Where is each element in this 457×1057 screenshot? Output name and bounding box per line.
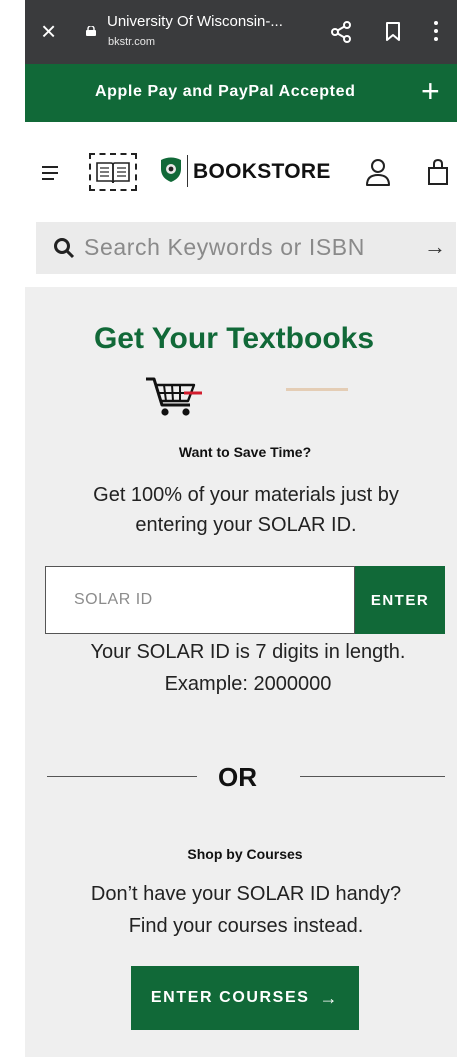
or-separator: OR	[218, 762, 257, 792]
lock-icon	[86, 26, 96, 36]
save-time-description-line: entering your SOLAR ID.	[135, 514, 357, 536]
arrow-right-icon: →	[319, 987, 340, 1008]
shop-description-line: Don’t have your SOLAR ID handy?	[90, 883, 402, 905]
page-title: Get Your Textbooks	[93, 322, 375, 355]
save-time-heading: Want to Save Time?	[178, 444, 312, 460]
promo-text: Apple Pay and PayPal Accepted	[95, 83, 356, 100]
browser-toolbar: × University Of Wisconsin-... bkstr.com	[25, 0, 457, 64]
save-time-description-line: Get 100% of your materials just by	[93, 484, 399, 506]
save-time-description: Get 100% of your materials just by enter…	[0, 480, 457, 540]
book-icon	[96, 162, 130, 184]
solar-id-input[interactable]: SOLAR ID	[45, 566, 355, 634]
shop-description-line: Find your courses instead.	[128, 915, 364, 937]
bookstore-wordmark[interactable]: BOOKSTORE	[193, 160, 331, 184]
plus-icon[interactable]: +	[421, 74, 440, 108]
hamburger-icon[interactable]	[42, 166, 60, 182]
cart-icon	[146, 377, 202, 416]
user-icon[interactable]	[365, 158, 391, 186]
share-icon[interactable]	[329, 20, 353, 44]
solar-id-hint-line: Example: 2000000	[164, 673, 332, 695]
shopping-bag-icon[interactable]	[427, 158, 449, 186]
shop-by-courses-description: Don’t have your SOLAR ID handy? Find you…	[0, 878, 457, 942]
search-icon	[54, 238, 75, 259]
university-logo[interactable]	[89, 153, 137, 191]
enter-courses-label: ENTER COURSES	[150, 989, 310, 1006]
solar-id-hint-line: Your SOLAR ID is 7 digits in length.	[90, 641, 406, 663]
promo-banner[interactable]: Apple Pay and PayPal Accepted +	[25, 64, 457, 122]
url-domain[interactable]: bkstr.com	[108, 36, 155, 48]
enter-button[interactable]: ENTER	[355, 566, 445, 634]
or-divider-right	[300, 776, 445, 777]
close-icon[interactable]: ×	[41, 18, 56, 44]
site-header: BOOKSTORE	[25, 122, 457, 222]
bookstore-badge-icon	[161, 157, 181, 182]
enter-courses-button[interactable]: ENTER COURSES →	[131, 966, 359, 1030]
search-submit-arrow-icon[interactable]: →	[424, 234, 446, 260]
shop-by-courses-heading: Shop by Courses	[187, 846, 303, 862]
page-title-url[interactable]: University Of Wisconsin-...	[107, 13, 283, 30]
header-divider	[187, 155, 188, 187]
bookmark-icon[interactable]	[385, 22, 401, 42]
accent-divider	[286, 388, 348, 391]
search-input[interactable]: Search Keywords or ISBN	[84, 234, 365, 261]
solar-id-hint: Your SOLAR ID is 7 digits in length. Exa…	[0, 636, 457, 700]
more-menu-icon[interactable]	[433, 18, 439, 46]
or-divider-left	[47, 776, 197, 777]
search-bar[interactable]: Search Keywords or ISBN →	[36, 222, 456, 274]
solar-id-placeholder: SOLAR ID	[74, 591, 153, 608]
